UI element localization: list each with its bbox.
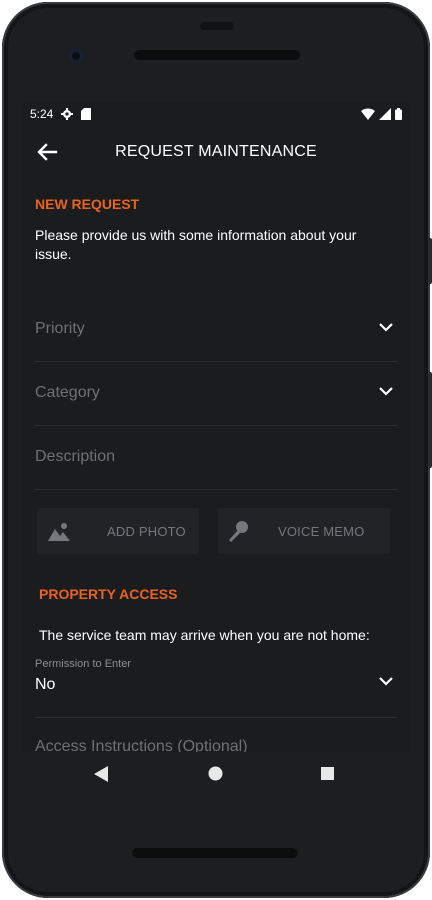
permission-to-enter-dropdown[interactable]: Permission to Enter No bbox=[35, 654, 397, 718]
description-field[interactable]: Description bbox=[35, 426, 397, 490]
nav-back-icon[interactable] bbox=[94, 766, 108, 782]
bottom-speaker bbox=[132, 848, 298, 858]
chevron-down-icon bbox=[379, 323, 393, 332]
add-photo-label: ADD PHOTO bbox=[107, 523, 186, 539]
new-request-prompt: Please provide us with some information … bbox=[35, 227, 357, 262]
new-request-heading: NEW REQUEST bbox=[35, 196, 140, 212]
microphone-icon bbox=[229, 521, 248, 542]
access-instructions-field[interactable]: Access Instructions (Optional) bbox=[35, 718, 397, 752]
status-bar: 5:24 bbox=[22, 102, 410, 126]
add-photo-button[interactable]: ADD PHOTO bbox=[37, 508, 199, 554]
top-speaker bbox=[134, 50, 300, 60]
property-access-heading: PROPERTY ACCESS bbox=[39, 586, 178, 602]
nav-recents-icon[interactable] bbox=[321, 767, 334, 780]
permission-label: Permission to Enter bbox=[35, 658, 131, 670]
priority-dropdown[interactable]: Priority bbox=[35, 298, 397, 362]
front-camera bbox=[68, 48, 84, 64]
description-placeholder: Description bbox=[35, 448, 116, 465]
chevron-down-icon bbox=[379, 387, 393, 396]
page-title: REQUEST MAINTENANCE bbox=[115, 143, 317, 160]
sim-card-icon bbox=[81, 108, 92, 120]
access-instructions-placeholder: Access Instructions (Optional) bbox=[35, 738, 248, 752]
image-icon bbox=[48, 523, 70, 541]
power-button bbox=[428, 238, 432, 284]
status-time: 5:24 bbox=[30, 107, 54, 121]
property-access-note: The service team may arrive when you are… bbox=[39, 627, 370, 643]
category-placeholder: Category bbox=[35, 384, 100, 401]
volume-button bbox=[428, 372, 432, 468]
app-screen: 5:24 REQUEST MAINTENANCE NEW REQUEST Ple… bbox=[22, 102, 410, 752]
category-dropdown[interactable]: Category bbox=[35, 362, 397, 426]
voice-memo-label: VOICE MEMO bbox=[278, 523, 365, 539]
priority-placeholder: Priority bbox=[35, 320, 85, 337]
battery-icon bbox=[395, 108, 402, 120]
app-bar: REQUEST MAINTENANCE bbox=[22, 126, 410, 178]
wifi-icon bbox=[361, 108, 375, 120]
earpiece bbox=[200, 22, 234, 30]
settings-icon bbox=[61, 108, 74, 120]
permission-value: No bbox=[35, 676, 56, 693]
system-nav-bar bbox=[22, 752, 410, 798]
signal-icon bbox=[379, 108, 391, 120]
nav-home-icon[interactable] bbox=[208, 766, 223, 781]
chevron-down-icon bbox=[379, 677, 393, 686]
voice-memo-button[interactable]: VOICE MEMO bbox=[218, 508, 390, 554]
